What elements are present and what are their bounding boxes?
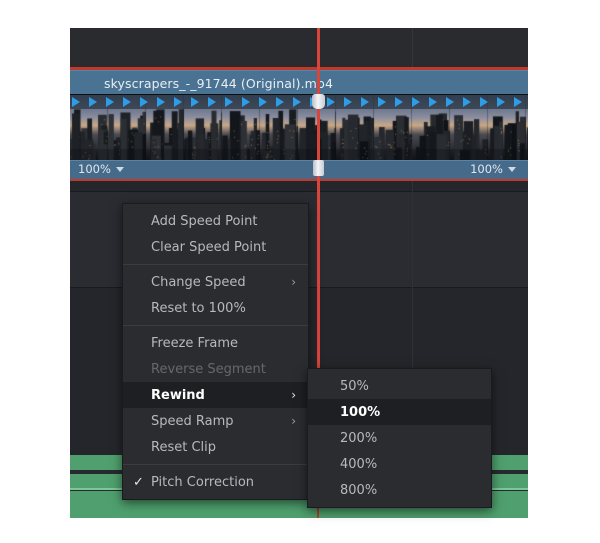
- speed-value-left-label: 100%: [78, 162, 111, 176]
- speed-value-left[interactable]: 100%: [78, 162, 124, 176]
- video-clip[interactable]: skyscrapers_-_91744 (Original).mp4 100% …: [70, 67, 528, 181]
- speed-value-right-label: 100%: [470, 162, 503, 176]
- menu-item-label: Reverse Segment: [151, 361, 266, 377]
- menu-item-clear-speed-point[interactable]: Clear Speed Point: [123, 234, 308, 260]
- clip-header[interactable]: skyscrapers_-_91744 (Original).mp4: [70, 70, 528, 95]
- forward-direction-arrow-icon: [106, 97, 114, 107]
- menu-item-label: Freeze Frame: [151, 335, 239, 351]
- submenu-item-label: 100%: [340, 404, 381, 420]
- submenu-item-400pct[interactable]: 400%: [308, 451, 491, 477]
- forward-direction-arrow-icon: [395, 97, 403, 107]
- menu-item-reverse-segment: Reverse Segment: [123, 356, 308, 382]
- menu-item-label: Pitch Correction: [151, 474, 255, 490]
- menu-item-label: Change Speed: [151, 274, 246, 290]
- menu-item-label: Add Speed Point: [151, 213, 258, 229]
- menu-separator: [123, 264, 308, 265]
- chevron-right-icon: ›: [291, 388, 296, 402]
- menu-item-label: Rewind: [151, 387, 205, 403]
- submenu-item-label: 200%: [340, 430, 378, 446]
- forward-direction-arrow-icon: [497, 97, 505, 107]
- rewind-speed-submenu[interactable]: 50% 100% 200% 400% 800%: [307, 368, 492, 508]
- menu-item-reset-to-100[interactable]: Reset to 100%: [123, 295, 308, 321]
- forward-direction-arrow-icon: [463, 97, 471, 107]
- forward-direction-arrow-icon: [174, 97, 182, 107]
- menu-item-add-speed-point[interactable]: Add Speed Point: [123, 208, 308, 234]
- forward-direction-arrow-icon: [344, 97, 352, 107]
- menu-item-change-speed[interactable]: Change Speed ›: [123, 269, 308, 295]
- forward-direction-arrow-icon: [140, 97, 148, 107]
- menu-separator: [123, 464, 308, 465]
- checkmark-icon: ✓: [133, 474, 144, 490]
- forward-direction-arrow-icon: [89, 97, 97, 107]
- forward-direction-arrow-icon: [123, 97, 131, 107]
- submenu-item-800pct[interactable]: 800%: [308, 477, 491, 503]
- speed-direction-marker-row: [70, 95, 528, 109]
- speed-point-handle-bottom[interactable]: [313, 160, 324, 176]
- forward-direction-arrow-icon: [225, 97, 233, 107]
- forward-direction-arrow-icon: [191, 97, 199, 107]
- menu-item-label: Speed Ramp: [151, 413, 234, 429]
- clip-title: skyscrapers_-_91744 (Original).mp4: [104, 75, 334, 91]
- menu-separator: [123, 325, 308, 326]
- menu-item-label: Reset Clip: [151, 439, 216, 455]
- forward-direction-arrow-icon: [259, 97, 267, 107]
- speed-value-right[interactable]: 100%: [470, 162, 516, 176]
- clip-thumbnail-strip: [70, 94, 528, 161]
- forward-direction-arrow-icon: [293, 97, 301, 107]
- submenu-item-200pct[interactable]: 200%: [308, 425, 491, 451]
- chevron-right-icon: ›: [291, 275, 296, 289]
- app-root: skyscrapers_-_91744 (Original).mp4 100% …: [0, 0, 600, 543]
- chevron-down-icon[interactable]: [508, 166, 516, 172]
- forward-direction-arrow-icon: [514, 97, 522, 107]
- menu-item-label: Clear Speed Point: [151, 239, 267, 255]
- forward-direction-arrow-icon: [480, 97, 488, 107]
- menu-item-reset-clip[interactable]: Reset Clip: [123, 434, 308, 460]
- submenu-item-100pct[interactable]: 100%: [308, 399, 491, 425]
- forward-direction-arrow-icon: [446, 97, 454, 107]
- menu-item-pitch-correction[interactable]: ✓ Pitch Correction: [123, 469, 308, 495]
- menu-item-label: Reset to 100%: [151, 300, 246, 316]
- submenu-item-label: 50%: [340, 378, 369, 394]
- submenu-item-label: 400%: [340, 456, 378, 472]
- forward-direction-arrow-icon: [208, 97, 216, 107]
- chevron-right-icon: ›: [291, 414, 296, 428]
- forward-direction-arrow-icon: [242, 97, 250, 107]
- forward-direction-arrow-icon: [72, 97, 80, 107]
- forward-direction-arrow-icon: [361, 97, 369, 107]
- chevron-down-icon[interactable]: [115, 166, 124, 172]
- forward-direction-arrow-icon: [378, 97, 386, 107]
- submenu-item-50pct[interactable]: 50%: [308, 373, 491, 399]
- forward-direction-arrow-icon: [412, 97, 420, 107]
- menu-item-freeze-frame[interactable]: Freeze Frame: [123, 330, 308, 356]
- forward-direction-arrow-icon: [327, 97, 335, 107]
- clip-speed-bar[interactable]: 100% 100%: [70, 160, 528, 181]
- forward-direction-arrow-icon: [429, 97, 437, 107]
- menu-item-rewind[interactable]: Rewind ›: [123, 382, 308, 408]
- submenu-item-label: 800%: [340, 482, 378, 498]
- clip-speed-context-menu[interactable]: Add Speed Point Clear Speed Point Change S…: [122, 203, 309, 500]
- speed-point-handle-top[interactable]: [312, 94, 325, 109]
- forward-direction-arrow-icon: [157, 97, 165, 107]
- forward-direction-arrow-icon: [276, 97, 284, 107]
- menu-item-speed-ramp[interactable]: Speed Ramp ›: [123, 408, 308, 434]
